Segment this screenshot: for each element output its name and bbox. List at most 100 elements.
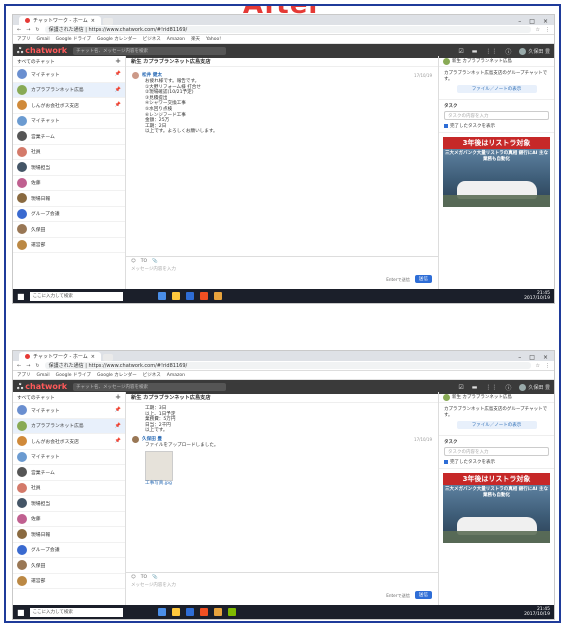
sidebar-room-item[interactable]: 営業チーム: [13, 129, 125, 145]
sidebar-room-item[interactable]: 佐藤: [13, 176, 125, 191]
chatwork-logo[interactable]: ஃ chatwork: [17, 382, 67, 392]
task-input[interactable]: タスクの内容を入力: [444, 111, 549, 120]
maximize-icon[interactable]: □: [529, 18, 535, 25]
back-icon[interactable]: ←: [17, 363, 21, 369]
apps-icon[interactable]: ⋮⋮: [485, 384, 497, 391]
help-icon[interactable]: ⓘ: [505, 383, 511, 392]
search-input[interactable]: チャット名、メッセージ内容を検索: [73, 383, 227, 391]
reload-icon[interactable]: ↻: [35, 27, 39, 33]
menu-icon[interactable]: ⋮: [545, 27, 550, 33]
bookmark-item[interactable]: Amazon: [167, 37, 185, 42]
explorer-icon[interactable]: [171, 292, 180, 300]
maximize-icon[interactable]: □: [529, 354, 535, 361]
enter-to-send-checkbox[interactable]: Enterで送信: [386, 593, 410, 599]
new-tab-button[interactable]: [103, 354, 113, 361]
star-icon[interactable]: ☆: [536, 27, 540, 33]
sidebar-room-item[interactable]: しんがお会社ボス支店 📌: [13, 434, 125, 450]
sidebar-room-item[interactable]: 佐藤: [13, 512, 125, 527]
add-room-icon[interactable]: +: [115, 393, 121, 401]
sidebar-room-item[interactable]: マイチャット 📌: [13, 403, 125, 419]
sidebar-room-item[interactable]: マイチャット: [13, 114, 125, 129]
sidebar-room-item[interactable]: 現場担当: [13, 496, 125, 512]
bookmark-item[interactable]: アプリ: [17, 372, 31, 378]
browser-tab[interactable]: チャットワーク - ホーム ×: [19, 16, 101, 25]
search-input[interactable]: チャット名、メッセージ内容を検索: [73, 47, 227, 55]
chatwork-logo[interactable]: ஃ chatwork: [17, 46, 67, 56]
edge-icon[interactable]: [185, 608, 194, 616]
sidebar-room-item[interactable]: 現場日報: [13, 527, 125, 543]
add-room-icon[interactable]: +: [115, 57, 121, 65]
task-view-icon[interactable]: [157, 292, 166, 300]
uploaded-image-thumbnail[interactable]: [145, 450, 173, 481]
sidebar-room-item[interactable]: グループ会議: [13, 207, 125, 222]
contacts-icon[interactable]: ☑: [458, 48, 463, 55]
pin-icon[interactable]: 📌: [115, 102, 121, 108]
file-caption[interactable]: 工事写真.jpg: [132, 481, 432, 487]
star-icon[interactable]: ☆: [536, 363, 540, 369]
minimize-icon[interactable]: –: [518, 354, 521, 361]
sidebar-room-item[interactable]: しんがお会社ボス支店 📌: [13, 98, 125, 114]
address-bar[interactable]: 保護された通信 | https://www.chatwork.com/#!rid…: [44, 26, 531, 33]
windows-start-icon[interactable]: ■: [17, 292, 25, 301]
store-icon[interactable]: [199, 608, 208, 616]
emoji-icon[interactable]: ☺: [131, 259, 136, 264]
close-window-icon[interactable]: ×: [543, 18, 548, 25]
files-icon[interactable]: ▬: [472, 384, 478, 391]
bookmark-item[interactable]: アプリ: [17, 36, 31, 42]
sidebar-room-item[interactable]: 現場日報: [13, 191, 125, 207]
filter-dropdown[interactable]: すべてのチャット: [17, 394, 55, 401]
send-button[interactable]: 送信: [414, 275, 432, 283]
forward-icon[interactable]: →: [26, 27, 30, 33]
pin-icon[interactable]: 📌: [115, 407, 121, 413]
bookmark-item[interactable]: Amazon: [167, 373, 185, 378]
bookmark-item[interactable]: ビジネス: [143, 36, 161, 42]
bookmark-item[interactable]: Gmail: [37, 37, 50, 42]
sidebar-room-item[interactable]: 運営部: [13, 238, 125, 253]
sidebar-room-item[interactable]: 現場担当: [13, 160, 125, 176]
explorer-icon[interactable]: [171, 608, 180, 616]
attach-icon[interactable]: 📎: [152, 575, 158, 580]
forward-icon[interactable]: →: [26, 363, 30, 369]
user-menu[interactable]: 久保田 豊: [519, 47, 550, 55]
bookmark-item[interactable]: Gmail: [37, 373, 50, 378]
files-notes-button[interactable]: ファイル／ノートの表示: [456, 421, 537, 429]
task-input[interactable]: タスクの内容を入力: [444, 447, 549, 456]
sidebar-room-item[interactable]: 運営部: [13, 574, 125, 589]
sidebar-room-item[interactable]: マイチャット: [13, 450, 125, 465]
bookmark-item[interactable]: Yahoo!: [206, 37, 221, 42]
sidebar-room-item[interactable]: グループ会議: [13, 543, 125, 558]
to-icon[interactable]: TO: [141, 575, 147, 580]
pin-icon[interactable]: 📌: [115, 71, 121, 77]
attach-icon[interactable]: 📎: [152, 259, 158, 264]
sidebar-room-item[interactable]: マイチャット 📌: [13, 67, 125, 83]
close-icon[interactable]: ×: [91, 354, 95, 360]
edge-icon[interactable]: [185, 292, 194, 300]
sidebar-room-item[interactable]: 社員: [13, 481, 125, 496]
reload-icon[interactable]: ↻: [35, 363, 39, 369]
apps-icon[interactable]: ⋮⋮: [485, 48, 497, 55]
sidebar-room-item[interactable]: 営業チーム: [13, 465, 125, 481]
files-icon[interactable]: ▬: [472, 48, 478, 55]
ad-banner[interactable]: 3年後はリストラ対象 三大メガバンク大量リストラの真相 銀行にAI 主な業務も自…: [443, 473, 550, 543]
excel-icon[interactable]: [227, 608, 236, 616]
help-icon[interactable]: ⓘ: [505, 47, 511, 56]
chrome-icon[interactable]: [213, 292, 222, 300]
sidebar-room-item[interactable]: カプラブランネット広島 📌: [13, 82, 125, 98]
bookmark-item[interactable]: 楽天: [191, 36, 200, 42]
back-icon[interactable]: ←: [17, 27, 21, 33]
show-done-tasks-toggle[interactable]: 完了したタスクを表示: [444, 123, 549, 129]
bookmark-item[interactable]: Google カレンダー: [97, 36, 137, 42]
pin-icon[interactable]: 📌: [115, 87, 121, 93]
sidebar-room-item[interactable]: カプラブランネット広島 📌: [13, 418, 125, 434]
sidebar-room-item[interactable]: 社員: [13, 145, 125, 160]
enter-to-send-checkbox[interactable]: Enterで送信: [386, 277, 410, 283]
address-bar[interactable]: 保護された通信 | https://www.chatwork.com/#!rid…: [44, 362, 531, 369]
to-icon[interactable]: TO: [141, 259, 147, 264]
pin-icon[interactable]: 📌: [115, 423, 121, 429]
taskbar-search[interactable]: ここに入力して検索: [29, 291, 123, 301]
bookmark-item[interactable]: ビジネス: [143, 372, 161, 378]
filter-dropdown[interactable]: すべてのチャット: [17, 58, 55, 65]
show-done-tasks-toggle[interactable]: 完了したタスクを表示: [444, 459, 549, 465]
sidebar-room-item[interactable]: 久保田: [13, 558, 125, 574]
ad-banner[interactable]: 3年後はリストラ対象 三大メガバンク大量リストラの真相 銀行にAI 主な業務も自…: [443, 137, 550, 207]
